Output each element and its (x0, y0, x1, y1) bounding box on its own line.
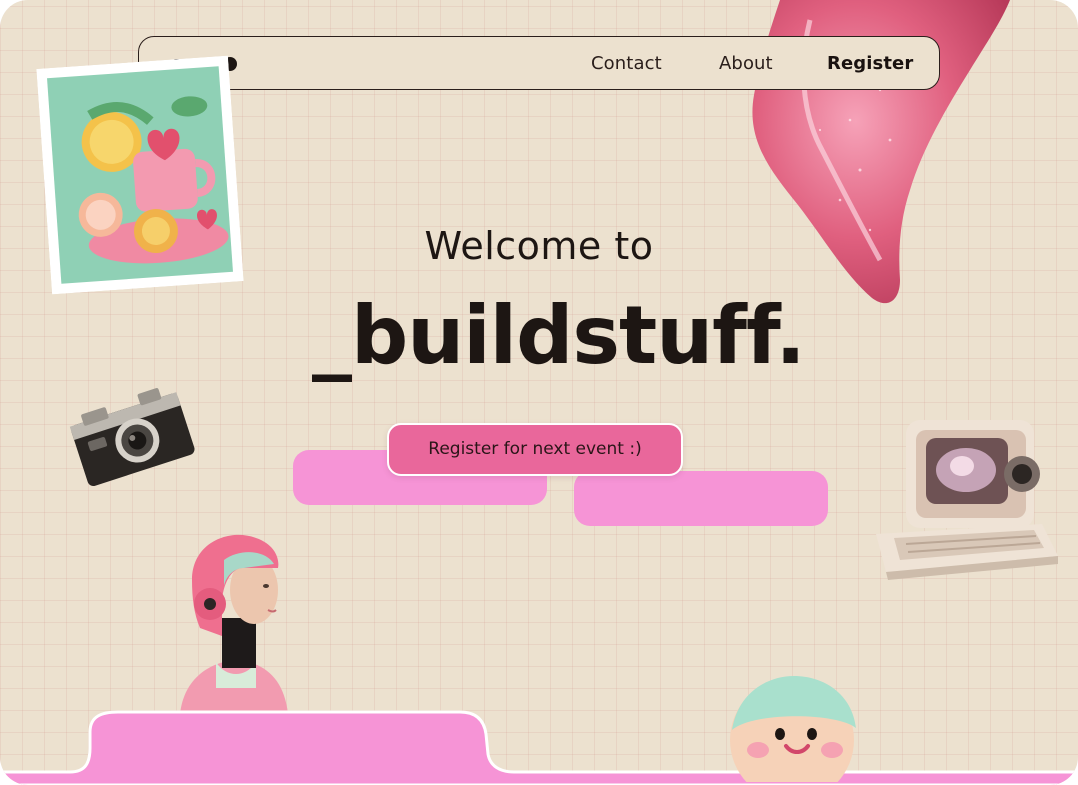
brand-title: _buildstuff. (312, 289, 806, 382)
landing-page: Contact About Register Welcome to _build… (0, 0, 1078, 785)
helmet-girl-icon (180, 534, 288, 714)
nav-link-register[interactable]: Register (827, 53, 913, 74)
footer-pink-shape (0, 710, 1078, 785)
nav-link-contact[interactable]: Contact (591, 53, 662, 74)
decor-pink-bar-right (574, 471, 828, 526)
retro-computer-icon (876, 420, 1058, 580)
top-navbar: Contact About Register (138, 36, 940, 90)
welcome-heading: Welcome to (424, 224, 654, 268)
smiling-face-ball-icon (730, 676, 856, 782)
retro-camera-icon (69, 388, 195, 487)
nav-link-about[interactable]: About (719, 53, 773, 74)
register-event-button[interactable]: Register for next event :) (387, 423, 683, 476)
